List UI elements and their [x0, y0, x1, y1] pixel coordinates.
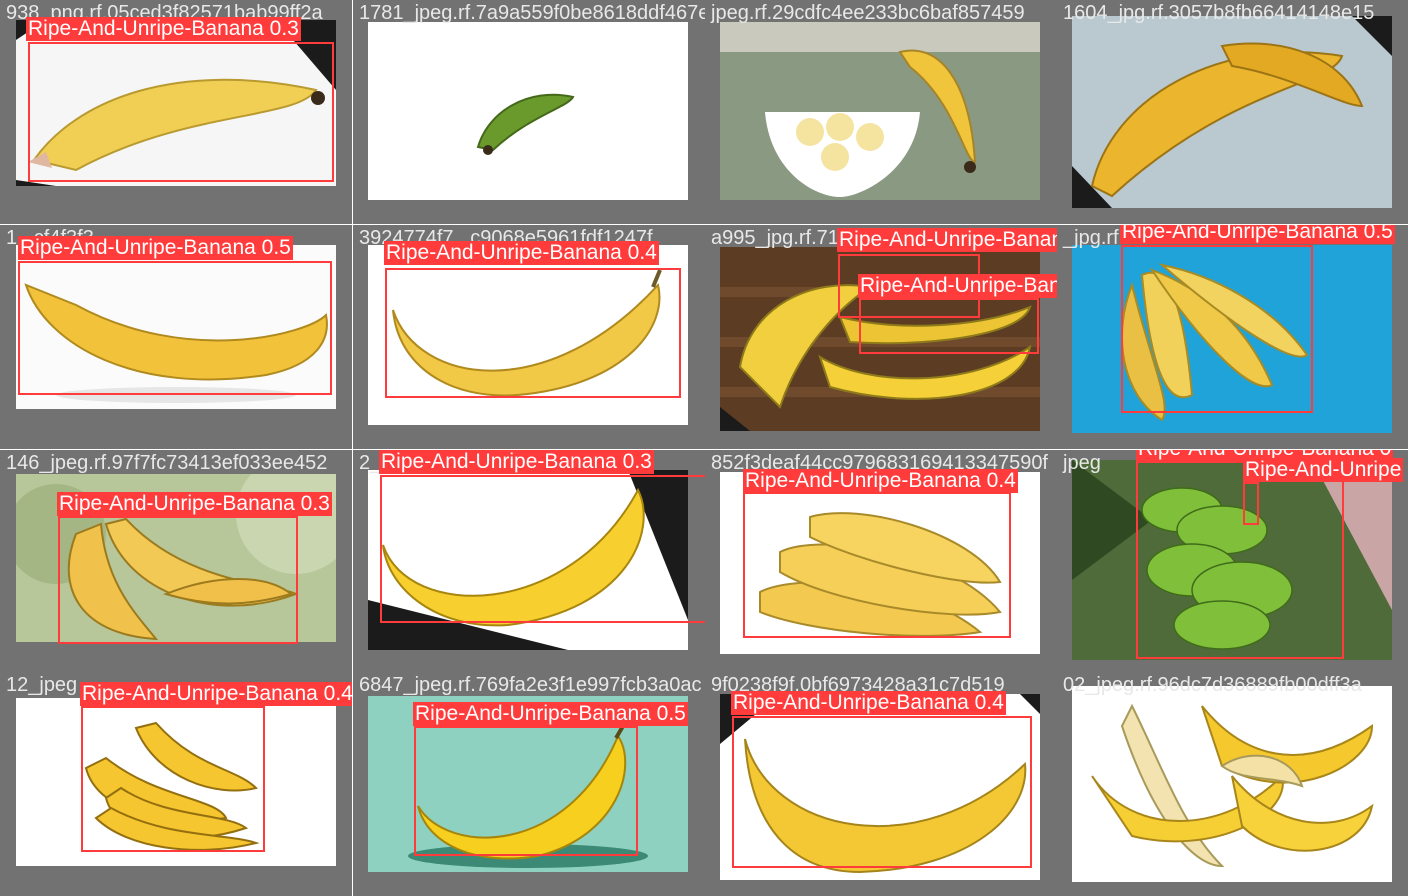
detection-label: Ripe-And-Unripe-Banana 0.5 — [18, 236, 293, 260]
image-tile: jpeg Ripe-And-Unripe-Banana 0 Ripe-And-U… — [1057, 450, 1408, 674]
image-filename: 12_jpeg — [6, 674, 78, 696]
detection-box — [28, 42, 334, 182]
detection-label: Ripe-And-Unripe-Banana 0.3 — [858, 274, 1057, 298]
image-tile: 3924774f7...c9068e5961fdf1247f Ripe-And-… — [353, 225, 705, 449]
image-tile: 2_jpeg...db54 Ripe-And-Unripe-Banana 0.3 — [353, 450, 705, 674]
image-tile: jpeg.rf.29cdfc4ee233bc6baf857459 — [705, 0, 1057, 224]
detection-label: Ripe-And-Unripe — [1243, 458, 1404, 482]
detection-box — [743, 492, 1011, 638]
detection-label: Ripe-And-Unripe-Banana 0.3 — [379, 450, 654, 474]
banana-photo — [1072, 16, 1392, 208]
image-tile: 852f3deaf44cc979683169413347590f Ripe-An… — [705, 450, 1057, 674]
detection-box — [58, 516, 298, 644]
detection-label: Ripe-And-Unripe-Banana 0.4 — [731, 691, 1006, 715]
detection-box — [414, 726, 638, 856]
image-tile: a995_jpg.rf.71 Ripe-And-Unripe-Banana 0.… — [705, 225, 1057, 449]
detection-label: Ripe-And-Unripe-Banana 0.4 — [743, 469, 1018, 493]
image-tile: 12_jpeg Ripe-And-Unripe-Banana 0.4 — [0, 672, 352, 896]
detection-box — [859, 298, 1039, 354]
image-tile: 6847_jpeg.rf.769fa2e3f1e997fcb3a0ac Ripe… — [353, 672, 705, 896]
image-tile: _jpg.rf.c Ripe-And-Unripe-Banana 0.5 — [1057, 225, 1408, 449]
banana-photo — [1072, 686, 1392, 882]
prediction-grid: 938_png.rf.05ced3f82571bab99ff2a Ripe-An… — [0, 0, 1408, 896]
banana-photo — [720, 22, 1040, 200]
detection-box — [1136, 461, 1344, 659]
detection-label: Ripe-And-Unripe-Banana 0.5 — [1120, 225, 1395, 244]
image-tile: 1604_jpg.rf.3057b8fb66414148e15 — [1057, 0, 1408, 224]
detection-box — [1121, 245, 1313, 413]
detection-box — [1243, 482, 1259, 525]
detection-label: Ripe-And-Unripe-Banana 0.5 — [413, 702, 688, 726]
image-tile: 02_jpeg.rf.96dc7d36889fb00dff3a — [1057, 672, 1408, 896]
detection-box — [18, 261, 332, 395]
image-tile: 9f0238f9f.0bf6973428a31c7d519 Ripe-And-U… — [705, 672, 1057, 896]
image-filename: 146_jpeg.rf.97f7fc73413ef033ee452 — [6, 452, 328, 474]
detection-box — [732, 716, 1032, 868]
image-tile: 938_png.rf.05ced3f82571bab99ff2a Ripe-An… — [0, 0, 352, 224]
detection-label: Ripe-And-Unripe-Banana 0.3 — [57, 492, 332, 516]
image-tile: 146_jpeg.rf.97f7fc73413ef033ee452 Ripe-A… — [0, 450, 352, 674]
detection-box — [81, 706, 265, 852]
detection-label: Ripe-And-Unripe-Banana 0.3 — [837, 228, 1057, 252]
detection-box — [385, 268, 681, 398]
image-filename: 6847_jpeg.rf.769fa2e3f1e997fcb3a0ac — [359, 674, 702, 696]
banana-photo — [368, 22, 688, 200]
detection-box — [380, 475, 705, 623]
detection-label: Ripe-And-Unripe-Banana 0.3 — [26, 17, 301, 41]
image-filename: 1781_jpeg.rf.7a9a559f0be8618ddf467eebd2 — [359, 2, 705, 24]
image-filename: jpeg.rf.29cdfc4ee233bc6baf857459 — [711, 2, 1025, 24]
image-filename: a995_jpg.rf.71 — [711, 227, 839, 249]
detection-label: Ripe-And-Unripe-Banana 0.4 — [384, 241, 659, 265]
image-tile: 1781_jpeg.rf.7a9a559f0be8618ddf467eebd2 — [353, 0, 705, 224]
image-tile: 1...cf4f3f3 Ripe-And-Unripe-Banana 0.5 — [0, 225, 352, 449]
detection-label: Ripe-And-Unripe-Banana 0.4 — [80, 682, 352, 706]
